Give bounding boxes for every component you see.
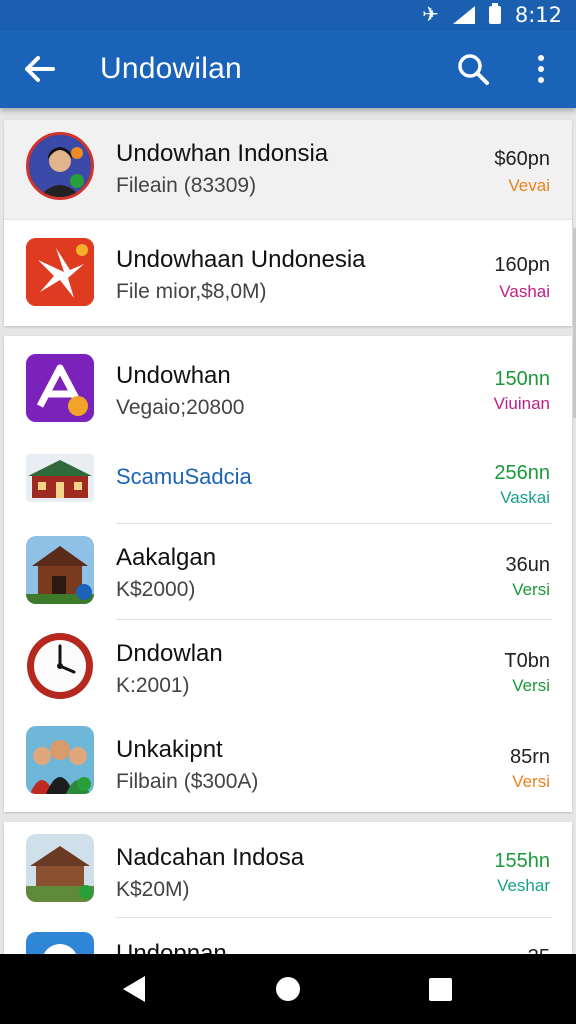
item-subtitle: Fileain (83309) bbox=[116, 174, 257, 197]
item-tag: Versi bbox=[512, 676, 550, 695]
list-item[interactable]: ScamuSadcia 256nn Vaskai bbox=[4, 436, 572, 524]
app-bar: Undowilan bbox=[0, 30, 576, 108]
list-item[interactable]: Undopnan 35 bbox=[4, 918, 572, 954]
app-list[interactable]: Undowhan Indonsia Fileain (83309) $60pn … bbox=[0, 108, 576, 954]
search-icon bbox=[458, 54, 489, 85]
more-options-button[interactable] bbox=[506, 30, 576, 108]
battery-icon bbox=[488, 3, 501, 24]
item-title: Aakalgan bbox=[116, 544, 217, 571]
list-item[interactable]: Dndowlan K:2001) T0bn Versi bbox=[4, 620, 572, 716]
list-item[interactable]: Unkakipnt Filbain ($300A) 85rn Versi bbox=[4, 716, 572, 812]
list-card: Nadcahan Indosa K$20M) 155hn Veshar Undo… bbox=[4, 822, 572, 954]
item-subtitle: K$2000) bbox=[116, 578, 196, 601]
item-subtitle: Vegaio;20800 bbox=[116, 396, 245, 419]
item-title: Unkakipnt bbox=[116, 736, 223, 763]
item-price: 35 bbox=[528, 946, 550, 954]
item-title: Dndowlan bbox=[116, 640, 223, 667]
list-item[interactable]: Undowhan Vegaio;20800 150nn Viuinan bbox=[4, 336, 572, 436]
arrow-left-icon bbox=[25, 56, 55, 82]
item-title: Undowhan bbox=[116, 362, 231, 389]
navigation-bar bbox=[0, 954, 576, 1024]
airplane-icon: ✈ bbox=[422, 4, 439, 26]
more-vertical-icon bbox=[538, 55, 544, 83]
list-item[interactable]: Aakalgan K$2000) 36un Versi bbox=[4, 524, 572, 620]
item-price: 36un bbox=[505, 554, 551, 576]
list-item[interactable]: Undowhaan Undonesia File mior,$8,0M) 160… bbox=[4, 220, 572, 326]
page-title: Undowilan bbox=[100, 52, 242, 85]
nav-back-button[interactable] bbox=[84, 954, 184, 1024]
back-button[interactable] bbox=[0, 30, 80, 108]
house-icon bbox=[26, 454, 94, 502]
item-title: Undowhan Indonsia bbox=[116, 140, 329, 167]
item-price: $60pn bbox=[494, 148, 550, 170]
list-card: Undowhan Vegaio;20800 150nn Viuinan Scam… bbox=[4, 336, 572, 812]
letter-a-icon bbox=[26, 354, 94, 422]
list-item[interactable]: Undowhan Indonsia Fileain (83309) $60pn … bbox=[4, 120, 572, 220]
item-price: 160pn bbox=[494, 254, 550, 276]
item-title: Undopnan bbox=[116, 940, 227, 954]
person-avatar-icon bbox=[26, 132, 94, 200]
temple-icon bbox=[26, 536, 94, 604]
list-card: Undowhan Indonsia Fileain (83309) $60pn … bbox=[4, 120, 572, 326]
item-subtitle: File mior,$8,0M) bbox=[116, 280, 267, 303]
signal-icon bbox=[452, 6, 475, 24]
square-recents-icon bbox=[428, 977, 452, 1001]
village-house-icon bbox=[26, 834, 94, 902]
item-price: 256nn bbox=[494, 462, 550, 484]
item-tag: Viuinan bbox=[493, 394, 550, 413]
item-tag: Vashai bbox=[499, 282, 550, 301]
circle-home-icon bbox=[276, 977, 300, 1001]
item-tag: Vaskai bbox=[500, 488, 550, 507]
list-item[interactable]: Nadcahan Indosa K$20M) 155hn Veshar bbox=[4, 822, 572, 918]
group-photo-icon bbox=[26, 726, 94, 794]
item-tag: Vevai bbox=[508, 176, 550, 195]
search-button[interactable] bbox=[440, 30, 506, 108]
nav-home-button[interactable] bbox=[238, 954, 338, 1024]
item-price: 150nn bbox=[494, 368, 550, 390]
star-burst-icon bbox=[26, 238, 94, 306]
item-subtitle: K:2001) bbox=[116, 674, 190, 697]
nav-recents-button[interactable] bbox=[390, 954, 490, 1024]
item-tag: Versi bbox=[512, 580, 550, 599]
item-tag: Veshar bbox=[497, 876, 550, 895]
item-price: 85rn bbox=[509, 746, 550, 768]
triangle-back-icon bbox=[123, 976, 145, 1002]
item-title: ScamuSadcia bbox=[116, 464, 252, 489]
map-pin-icon bbox=[26, 932, 94, 954]
status-time: 8:12 bbox=[514, 3, 562, 27]
clock-icon bbox=[26, 632, 94, 700]
item-price: 155hn bbox=[494, 850, 550, 872]
item-price: T0bn bbox=[504, 650, 550, 672]
status-bar: ✈ 8:12 bbox=[0, 0, 576, 30]
item-subtitle: K$20M) bbox=[116, 878, 190, 901]
item-subtitle: Filbain ($300A) bbox=[116, 770, 259, 793]
item-title: Nadcahan Indosa bbox=[116, 844, 305, 871]
item-title: Undowhaan Undonesia bbox=[116, 246, 366, 273]
item-tag: Versi bbox=[512, 772, 550, 791]
